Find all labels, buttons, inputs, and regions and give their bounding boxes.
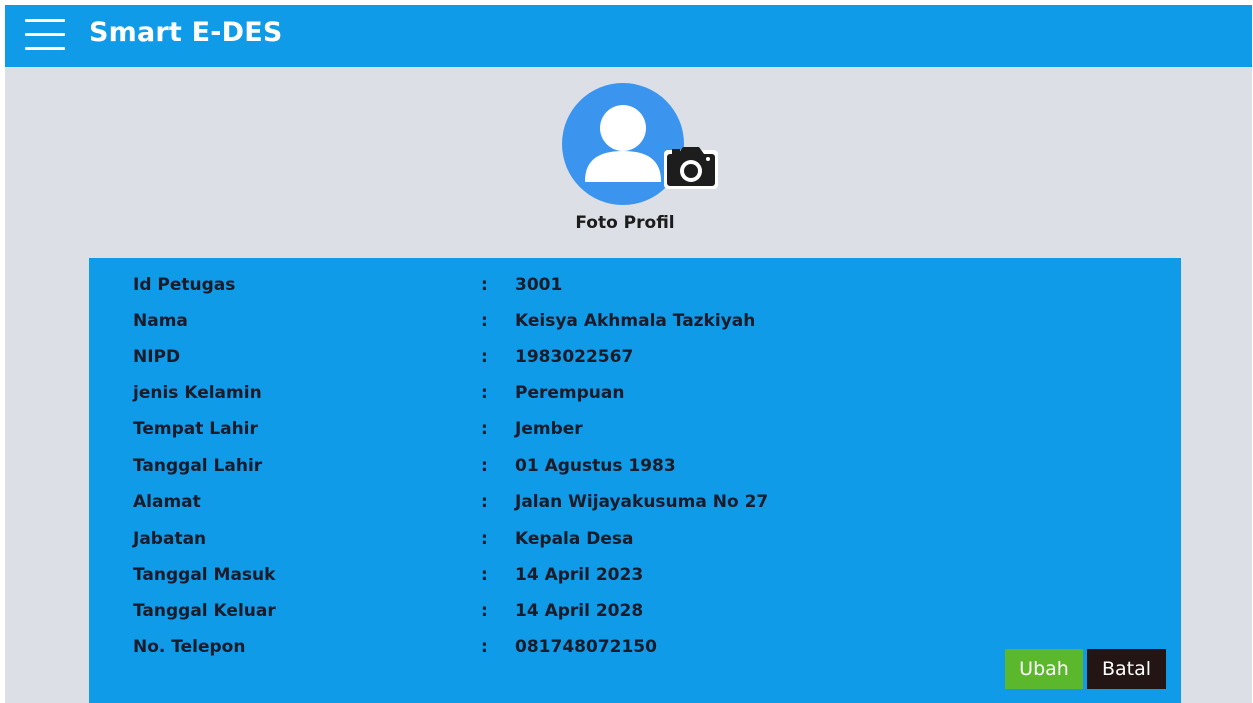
detail-separator: : [481, 419, 488, 439]
ubah-button[interactable]: Ubah [1005, 649, 1083, 689]
detail-value: 081748072150 [515, 637, 657, 657]
batal-button[interactable]: Batal [1087, 649, 1166, 689]
detail-row-nama: Nama : Keisya Akhmala Tazkiyah [89, 306, 1181, 336]
menu-line [25, 19, 65, 22]
detail-separator: : [481, 492, 488, 512]
detail-value: 14 April 2023 [515, 565, 644, 585]
detail-separator: : [481, 456, 488, 476]
detail-value: Jember [515, 419, 583, 439]
detail-label: Tempat Lahir [133, 419, 258, 439]
menu-line [25, 47, 65, 50]
detail-label: Tanggal Keluar [133, 601, 276, 621]
detail-value: 14 April 2028 [515, 601, 644, 621]
detail-row-tempat-lahir: Tempat Lahir : Jember [89, 414, 1181, 444]
detail-row-id-petugas: Id Petugas : 3001 [89, 270, 1181, 300]
detail-separator: : [481, 347, 488, 367]
detail-label: Id Petugas [133, 275, 236, 295]
detail-value: Keisya Akhmala Tazkiyah [515, 311, 756, 331]
detail-separator: : [481, 637, 488, 657]
menu-line [25, 33, 65, 36]
detail-label: Jabatan [133, 529, 207, 549]
detail-separator: : [481, 383, 488, 403]
app-title: Smart E-DES [89, 17, 283, 48]
camera-icon[interactable] [663, 142, 719, 190]
detail-value: Perempuan [515, 383, 625, 403]
detail-label: Tanggal Masuk [133, 565, 276, 585]
detail-separator: : [481, 601, 488, 621]
detail-row-tanggal-lahir: Tanggal Lahir : 01 Agustus 1983 [89, 451, 1181, 481]
app-frame: Smart E-DES Foto Profil Id Petugas : 300… [5, 5, 1252, 703]
detail-separator: : [481, 275, 488, 295]
detail-separator: : [481, 311, 488, 331]
profile-photo[interactable] [562, 83, 722, 209]
profile-details-panel: Id Petugas : 3001 Nama : Keisya Akhmala … [89, 258, 1181, 703]
detail-label: NIPD [133, 347, 181, 367]
detail-label: Alamat [133, 492, 201, 512]
detail-value: Jalan Wijayakusuma No 27 [515, 492, 769, 512]
detail-label: No. Telepon [133, 637, 246, 657]
detail-row-jenis-kelamin: jenis Kelamin : Perempuan [89, 378, 1181, 408]
detail-value: 1983022567 [515, 347, 634, 367]
detail-separator: : [481, 529, 488, 549]
detail-row-nipd: NIPD : 1983022567 [89, 342, 1181, 372]
top-app-bar: Smart E-DES [5, 5, 1252, 67]
hamburger-menu-icon[interactable] [25, 17, 65, 53]
detail-row-tanggal-keluar: Tanggal Keluar : 14 April 2028 [89, 596, 1181, 626]
detail-value: 3001 [515, 275, 563, 295]
detail-label: jenis Kelamin [133, 383, 262, 403]
detail-row-tanggal-masuk: Tanggal Masuk : 14 April 2023 [89, 560, 1181, 590]
detail-value: Kepala Desa [515, 529, 634, 549]
detail-label: Nama [133, 311, 188, 331]
detail-value: 01 Agustus 1983 [515, 456, 676, 476]
detail-separator: : [481, 565, 488, 585]
detail-row-jabatan: Jabatan : Kepala Desa [89, 524, 1181, 554]
detail-row-alamat: Alamat : Jalan Wijayakusuma No 27 [89, 487, 1181, 517]
detail-label: Tanggal Lahir [133, 456, 263, 476]
profile-photo-label: Foto Profil [575, 213, 675, 233]
